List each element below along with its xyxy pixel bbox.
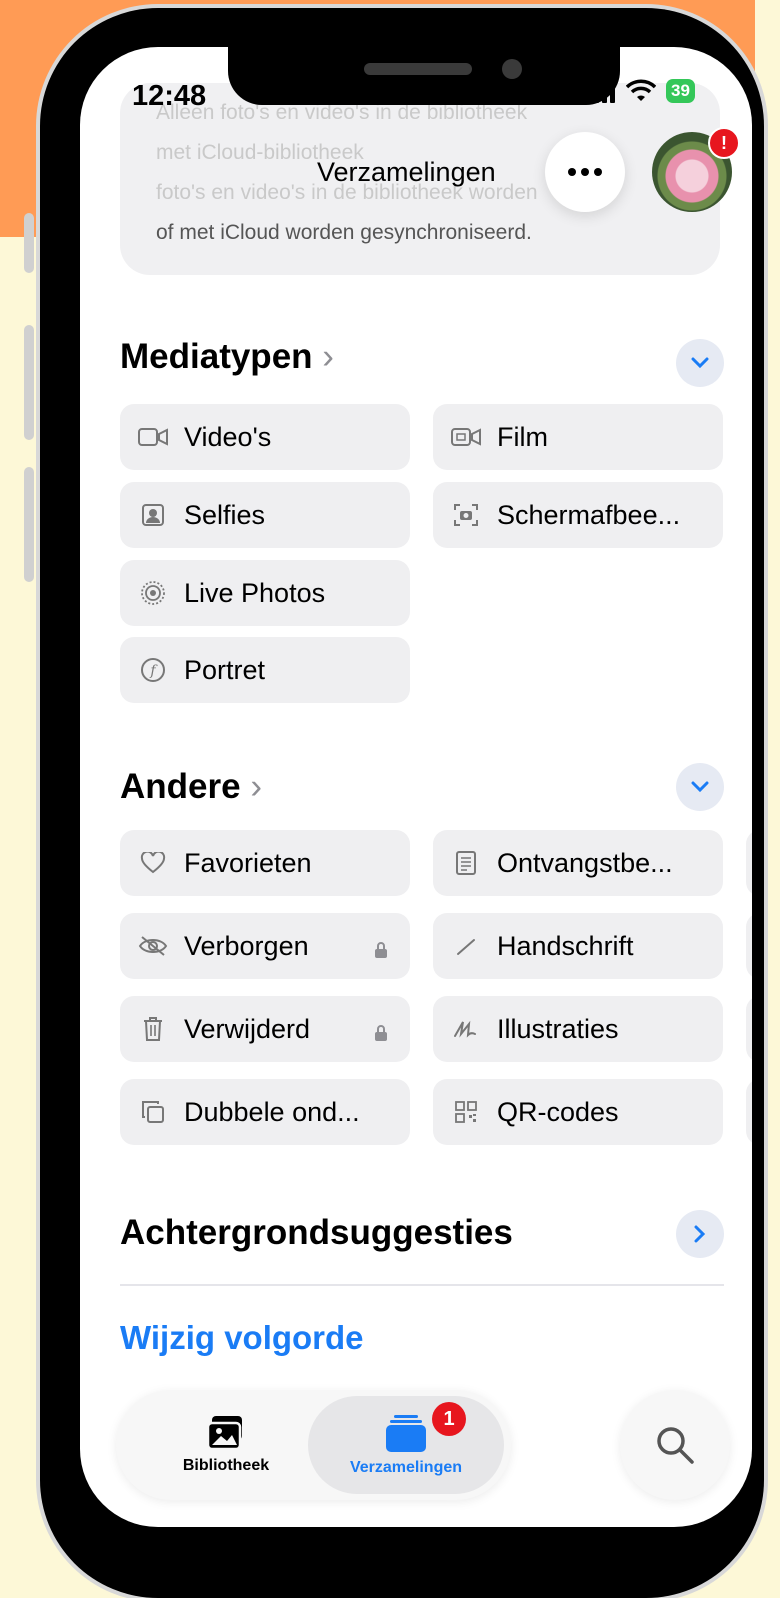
tab-library[interactable]: Bibliotheek: [128, 1390, 324, 1500]
notch: [228, 47, 620, 105]
chip-duplicates[interactable]: Dubbele ond...: [120, 1079, 410, 1145]
chip-label: Dubbele ond...: [184, 1096, 360, 1127]
more-options-button[interactable]: [545, 132, 625, 212]
duplicate-icon: [138, 1097, 168, 1127]
chip-label: Portret: [184, 654, 266, 685]
chip-label: Schermafbee...: [497, 499, 681, 530]
search-button[interactable]: [620, 1390, 730, 1500]
chip-label: Selfies: [184, 499, 266, 530]
chip-film[interactable]: Film: [433, 404, 723, 470]
chip-deleted[interactable]: Verwijderd: [120, 996, 410, 1062]
faded-text-line4: of met iCloud worden gesynchroniseerd.: [156, 221, 532, 244]
photo-library-icon: [206, 1416, 242, 1451]
chip-label: QR-codes: [497, 1096, 619, 1127]
chip-portrait[interactable]: f Portret: [120, 637, 410, 703]
andere-collapse-button[interactable]: [676, 763, 724, 811]
chip-label: Ontvangstbe...: [497, 847, 673, 878]
chip-partial[interactable]: [746, 830, 752, 896]
mediatypen-header[interactable]: Mediatypen ›: [120, 337, 334, 377]
chevron-right-icon: ›: [322, 337, 334, 376]
cellular-signal-icon: [586, 79, 615, 103]
volume-down-button: [24, 467, 34, 582]
chevron-right-icon: [694, 1225, 706, 1243]
chip-label: Verborgen: [184, 930, 309, 961]
chevron-down-icon: [691, 781, 709, 793]
eye-slash-icon: [138, 931, 168, 961]
speaker: [364, 63, 472, 75]
chip-partial[interactable]: [746, 913, 752, 979]
achtergrond-header[interactable]: Achtergrondsuggesties: [120, 1213, 513, 1253]
video-camera-icon: [138, 422, 168, 452]
chip-selfies[interactable]: Selfies: [120, 482, 410, 548]
chip-videos[interactable]: Video's: [120, 404, 410, 470]
chip-label: Illustraties: [497, 1013, 619, 1044]
tab-collections-label: Verzamelingen: [349, 1459, 463, 1476]
pen-stroke-icon: [451, 931, 481, 961]
divider: [120, 1284, 724, 1286]
achtergrond-expand-button[interactable]: [676, 1210, 724, 1258]
status-time: 12:48: [132, 80, 207, 112]
chip-favorites[interactable]: Favorieten: [120, 830, 410, 896]
chip-label: Video's: [184, 421, 272, 452]
heart-icon: [138, 848, 168, 878]
andere-title: Andere: [120, 767, 241, 806]
screenshot-icon: [451, 500, 481, 530]
live-photo-icon: [138, 578, 168, 608]
tab-collections[interactable]: Verzamelingen 1: [308, 1396, 504, 1494]
notification-badge: 1: [432, 1402, 466, 1436]
selfie-portrait-icon: [138, 500, 168, 530]
wifi-icon: [626, 79, 656, 101]
chip-qr-codes[interactable]: QR-codes: [433, 1079, 723, 1145]
scribble-icon: [451, 1014, 481, 1044]
chip-illustrations[interactable]: Illustraties: [433, 996, 723, 1062]
chip-label: Live Photos: [184, 577, 326, 608]
collections-icon: [386, 1415, 426, 1452]
chip-hidden[interactable]: Verborgen: [120, 913, 410, 979]
avatar-alert-badge: !: [708, 127, 740, 159]
chip-label: Handschrift: [497, 930, 634, 961]
achtergrond-title: Achtergrondsuggesties: [120, 1213, 513, 1252]
mediatypen-collapse-button[interactable]: [676, 339, 724, 387]
chip-live-photos[interactable]: Live Photos: [120, 560, 410, 626]
aperture-f-icon: f: [138, 655, 168, 685]
trash-icon: [138, 1014, 168, 1044]
mediatypen-title: Mediatypen: [120, 337, 313, 376]
chip-label: Favorieten: [184, 847, 312, 878]
chip-label: Verwijderd: [184, 1013, 311, 1044]
svg-text:f: f: [149, 663, 158, 679]
andere-header[interactable]: Andere ›: [120, 767, 262, 807]
front-camera: [502, 59, 522, 79]
side-button: [24, 213, 34, 273]
lock-icon: [374, 935, 388, 966]
tab-bar: Bibliotheek Verzamelingen 1: [116, 1390, 511, 1500]
chip-screenshots[interactable]: Schermafbee...: [433, 482, 723, 548]
chip-label: Film: [497, 421, 548, 452]
chevron-right-icon: ›: [250, 767, 262, 806]
chip-partial[interactable]: [746, 996, 752, 1062]
chip-partial[interactable]: [746, 1079, 752, 1145]
page-title: Verzamelingen: [317, 157, 496, 187]
tab-library-label: Bibliotheek: [182, 1457, 270, 1474]
status-indicators: 39: [586, 79, 695, 103]
volume-up-button: [24, 325, 34, 440]
battery-indicator: 39: [666, 79, 695, 103]
qr-code-icon: [451, 1097, 481, 1127]
chip-handwriting[interactable]: Handschrift: [433, 913, 723, 979]
lock-icon: [374, 1018, 388, 1049]
phone-screen: Alleen foto's en video's in de bibliothe…: [80, 47, 752, 1527]
ellipsis-icon: [568, 168, 602, 176]
chevron-down-icon: [691, 357, 709, 369]
cinematic-icon: [451, 422, 481, 452]
edit-order-link[interactable]: Wijzig volgorde: [120, 1319, 364, 1357]
chip-receipts[interactable]: Ontvangstbe...: [433, 830, 723, 896]
receipt-icon: [451, 848, 481, 878]
search-icon: [657, 1427, 694, 1464]
